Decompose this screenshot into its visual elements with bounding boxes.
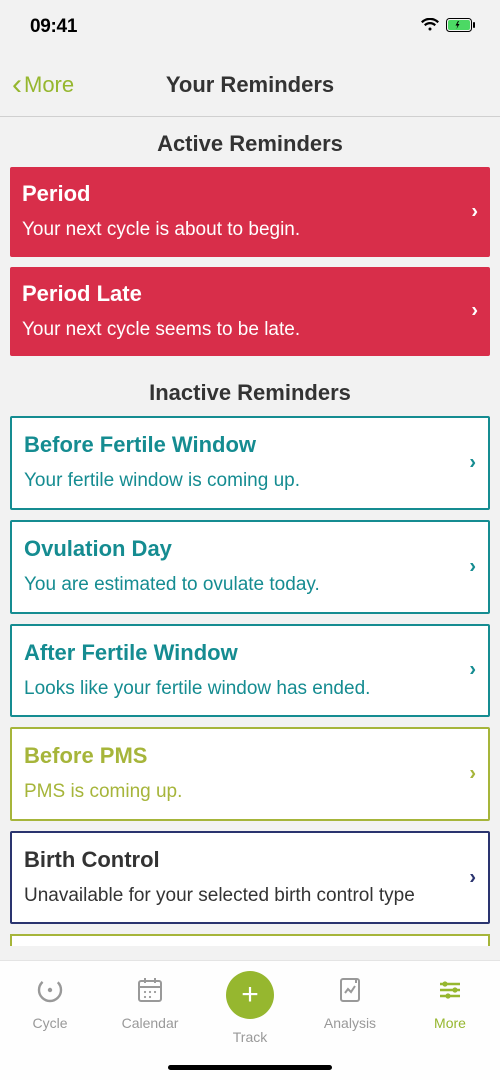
- reminder-card-after-fertile[interactable]: After Fertile Window Looks like your fer…: [10, 624, 490, 718]
- reminder-title: Birth Control: [24, 847, 452, 873]
- chevron-right-icon: ›: [469, 659, 476, 682]
- tab-analysis[interactable]: Analysis: [312, 975, 388, 1031]
- reminder-subtitle: PMS is coming up.: [24, 779, 452, 805]
- chevron-right-icon: ›: [469, 452, 476, 475]
- reminder-subtitle: You are estimated to ovulate today.: [24, 572, 452, 598]
- status-bar: 09:41: [0, 0, 500, 54]
- tab-more[interactable]: More: [412, 975, 488, 1031]
- plus-icon: +: [226, 971, 274, 1019]
- cycle-icon: [35, 975, 65, 1005]
- inactive-reminders-list: Before Fertile Window Your fertile windo…: [0, 416, 500, 946]
- back-label: More: [24, 72, 74, 98]
- tab-calendar[interactable]: Calendar: [112, 975, 188, 1031]
- tab-label: More: [434, 1015, 466, 1031]
- chevron-right-icon: ›: [469, 866, 476, 889]
- chevron-right-icon: ›: [471, 300, 478, 323]
- tab-label: Cycle: [32, 1015, 67, 1031]
- tab-label: Calendar: [122, 1015, 179, 1031]
- chevron-right-icon: ›: [471, 200, 478, 223]
- status-time: 09:41: [30, 16, 77, 38]
- reminder-title: Period Late: [22, 281, 454, 307]
- reminder-subtitle: Unavailable for your selected birth cont…: [24, 883, 452, 909]
- chevron-right-icon: ›: [469, 763, 476, 786]
- reminder-title: Before PMS: [24, 743, 452, 769]
- page-title: Your Reminders: [166, 72, 334, 98]
- chevron-right-icon: ›: [469, 555, 476, 578]
- reminder-card-period[interactable]: Period Your next cycle is about to begin…: [10, 167, 490, 257]
- reminder-card-ovulation[interactable]: Ovulation Day You are estimated to ovula…: [10, 520, 490, 614]
- analysis-icon: [335, 975, 365, 1005]
- section-header-inactive: Inactive Reminders: [0, 366, 500, 416]
- status-icons: [420, 18, 476, 37]
- nav-bar: ‹ More Your Reminders: [0, 54, 500, 117]
- section-header-active: Active Reminders: [0, 117, 500, 167]
- wifi-icon: [420, 18, 440, 37]
- reminder-card-before-pms[interactable]: Before PMS PMS is coming up. ›: [10, 727, 490, 821]
- reminder-card-period-late[interactable]: Period Late Your next cycle seems to be …: [10, 267, 490, 357]
- reminder-title: After Fertile Window: [24, 640, 452, 666]
- reminder-card-partial: [10, 934, 490, 946]
- reminder-title: Ovulation Day: [24, 536, 452, 562]
- tab-track[interactable]: + Track: [212, 975, 288, 1045]
- reminder-title: Before Fertile Window: [24, 432, 452, 458]
- reminder-subtitle: Your next cycle seems to be late.: [22, 317, 454, 343]
- reminder-subtitle: Looks like your fertile window has ended…: [24, 676, 452, 702]
- tab-cycle[interactable]: Cycle: [12, 975, 88, 1031]
- sliders-icon: [435, 975, 465, 1005]
- tab-label: Track: [233, 1029, 267, 1045]
- home-indicator: [168, 1065, 332, 1070]
- tab-bar: Cycle Calendar + Track Analysis More: [0, 960, 500, 1080]
- reminder-title: Period: [22, 181, 454, 207]
- reminder-card-before-fertile[interactable]: Before Fertile Window Your fertile windo…: [10, 416, 490, 510]
- tab-label: Analysis: [324, 1015, 376, 1031]
- reminder-subtitle: Your fertile window is coming up.: [24, 468, 452, 494]
- chevron-left-icon: ‹: [12, 70, 22, 100]
- back-button[interactable]: ‹ More: [12, 70, 74, 100]
- battery-icon: [446, 18, 476, 37]
- calendar-icon: [135, 975, 165, 1005]
- active-reminders-list: Period Your next cycle is about to begin…: [0, 167, 500, 356]
- reminder-card-birth-control[interactable]: Birth Control Unavailable for your selec…: [10, 831, 490, 925]
- reminder-subtitle: Your next cycle is about to begin.: [22, 217, 454, 243]
